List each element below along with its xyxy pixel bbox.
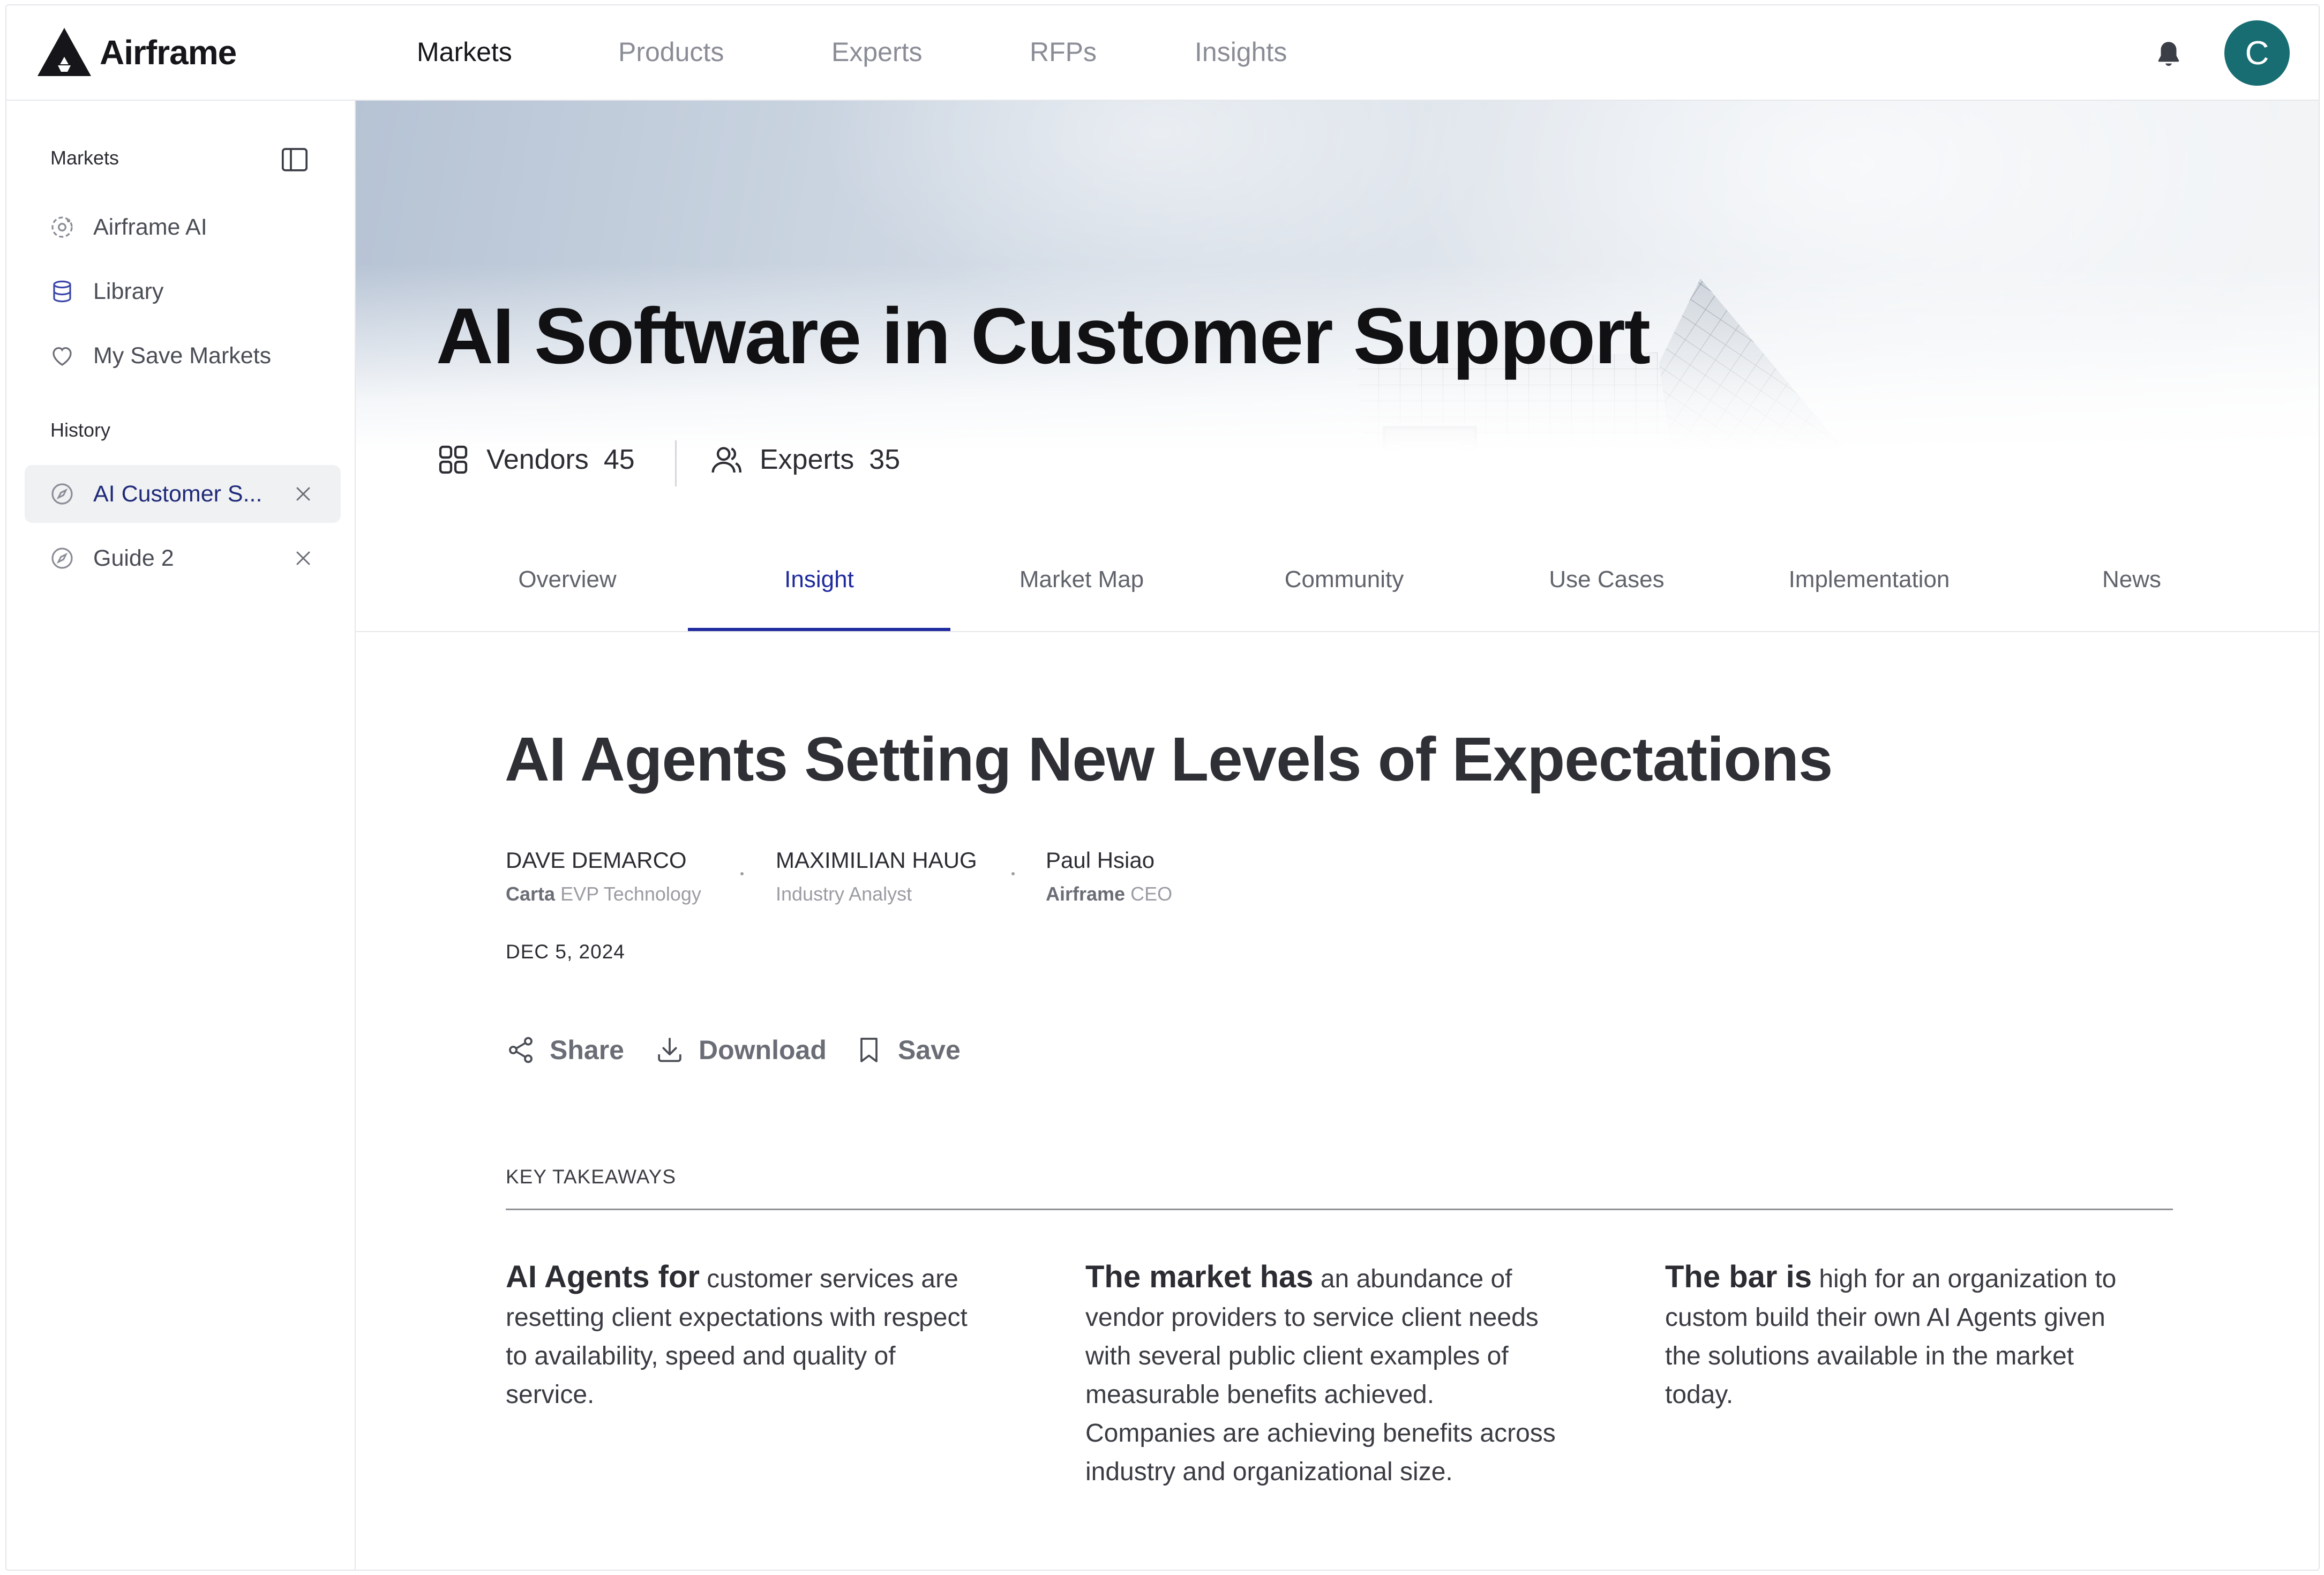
author-card[interactable]: DAVE DEMARCO Carta EVP Technology <box>506 848 701 905</box>
nav-markets[interactable]: Markets <box>417 36 512 68</box>
sidebar-heading-markets: Markets <box>50 147 119 169</box>
grid-icon <box>439 445 468 474</box>
close-icon[interactable] <box>291 482 315 506</box>
author-title: CEO <box>1130 883 1173 905</box>
nav-experts[interactable]: Experts <box>831 36 923 68</box>
user-avatar[interactable]: C <box>2224 20 2290 86</box>
sidebar-item-label: Guide 2 <box>93 545 174 571</box>
experts-label: Experts <box>760 444 854 475</box>
stat-divider <box>675 440 677 486</box>
database-icon <box>53 280 71 303</box>
sidebar-item-label: Library <box>93 278 164 304</box>
takeaway-lead: AI Agents for <box>506 1259 700 1294</box>
vendors-count: 45 <box>603 444 635 475</box>
author-role: Carta EVP Technology <box>506 883 701 905</box>
share-icon <box>509 1037 533 1063</box>
download-button[interactable]: Download <box>655 1029 827 1071</box>
article-title: AI Agents Setting New Levels of Expectat… <box>505 724 1833 794</box>
users-icon <box>711 447 741 473</box>
tab-insight[interactable]: Insight <box>688 529 950 631</box>
nav-insights[interactable]: Insights <box>1195 36 1287 68</box>
market-title: AI Software in Customer Support <box>436 292 1651 380</box>
download-label: Download <box>699 1035 827 1065</box>
takeaway-lead: The bar is <box>1665 1259 1812 1294</box>
sidebar-item-label: Airframe AI <box>93 214 207 240</box>
ai-orbit-icon <box>51 216 73 238</box>
top-navigation-bar: Airframe Markets Products Experts RFPs I… <box>6 5 2319 101</box>
sidebar-item-label: AI Customer S... <box>93 481 263 507</box>
author-name: MAXIMILIAN HAUG <box>776 848 977 873</box>
app-window: Airframe Markets Products Experts RFPs I… <box>5 4 2320 1571</box>
vendors-label: Vendors <box>486 444 589 475</box>
sidebar-item-library[interactable]: Library <box>25 262 341 320</box>
sidebar-heading-history: History <box>50 419 111 441</box>
nav-products[interactable]: Products <box>618 36 724 68</box>
author-org: Carta <box>506 883 556 905</box>
author-role: Industry Analyst <box>776 883 977 905</box>
author-card[interactable]: MAXIMILIAN HAUG Industry Analyst <box>776 848 977 905</box>
nav-rfps[interactable]: RFPs <box>1030 36 1097 68</box>
download-icon <box>658 1038 681 1062</box>
author-card[interactable]: Paul Hsiao Airframe CEO <box>1046 848 1172 905</box>
compass-icon <box>51 548 73 569</box>
share-label: Share <box>550 1035 624 1065</box>
experts-stat[interactable]: Experts 35 <box>709 436 900 484</box>
sidebar-item-label: My Save Markets <box>93 342 272 369</box>
share-button[interactable]: Share <box>506 1029 624 1071</box>
market-hero-banner: AI Software in Customer Support Vendors … <box>356 101 2319 529</box>
takeaway-card: AI Agents for customer services are rese… <box>506 1258 988 1414</box>
brand-logo[interactable]: Airframe <box>38 27 237 78</box>
compass-icon <box>51 483 73 505</box>
tab-community[interactable]: Community <box>1213 529 1475 630</box>
takeaway-card: The bar is high for an organization to c… <box>1665 1258 2147 1414</box>
author-name: Paul Hsiao <box>1046 848 1155 873</box>
author-title: EVP Technology <box>560 883 701 905</box>
close-icon[interactable] <box>291 546 315 570</box>
key-takeaways-heading: KEY TAKEAWAYS <box>506 1166 677 1188</box>
vendors-stat[interactable]: Vendors 45 <box>436 436 635 484</box>
bookmark-icon <box>860 1038 878 1062</box>
author-separator <box>740 872 744 875</box>
tab-overview[interactable]: Overview <box>436 529 699 630</box>
brand-name: Airframe <box>100 33 237 72</box>
takeaway-text: an abundance of vendor providers to serv… <box>1085 1265 1556 1486</box>
tab-implementation[interactable]: Implementation <box>1738 529 2000 630</box>
tab-market-map[interactable]: Market Map <box>950 529 1213 630</box>
save-button[interactable]: Save <box>854 1029 961 1071</box>
takeaway-lead: The market has <box>1085 1259 1314 1294</box>
experts-count: 35 <box>869 444 901 475</box>
sidebar-collapse-icon[interactable] <box>280 145 310 175</box>
history-item-guide-2[interactable]: Guide 2 <box>25 529 341 587</box>
sidebar-item-my-save-markets[interactable]: My Save Markets <box>25 327 341 385</box>
author-org: Airframe <box>1046 883 1126 905</box>
takeaway-card: The market has an abundance of vendor pr… <box>1085 1258 1568 1491</box>
heart-icon <box>53 347 72 366</box>
bell-icon[interactable] <box>2153 39 2185 71</box>
author-title: Industry Analyst <box>776 883 912 905</box>
sidebar: Markets Airframe AI Library My Save Mark… <box>6 101 356 1570</box>
tab-use-cases[interactable]: Use Cases <box>1475 529 1738 630</box>
history-item-ai-customer-support[interactable]: AI Customer S... <box>25 465 341 523</box>
author-separator <box>1011 872 1015 875</box>
key-takeaways-divider <box>506 1209 2173 1210</box>
sidebar-item-airframe-ai[interactable]: Airframe AI <box>25 198 341 256</box>
author-name: DAVE DEMARCO <box>506 848 687 873</box>
author-role: Airframe CEO <box>1046 883 1172 905</box>
publish-date: DEC 5, 2024 <box>506 941 625 963</box>
market-tabs: Overview Insight Market Map Community Us… <box>356 529 2319 632</box>
save-label: Save <box>898 1035 961 1065</box>
airframe-logo-icon <box>38 28 91 76</box>
tab-news[interactable]: News <box>2000 529 2263 630</box>
